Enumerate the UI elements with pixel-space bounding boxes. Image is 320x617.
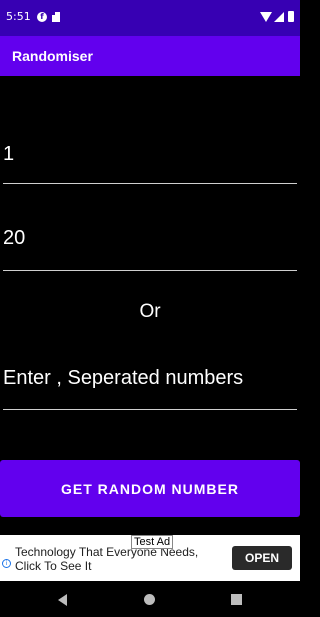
f-badge-icon: f [37, 12, 47, 22]
signal-icon [274, 12, 284, 22]
max-number-value: 20 [3, 227, 26, 249]
numbers-list-placeholder: Enter , Seperated numbers [3, 367, 244, 389]
max-number-input[interactable]: 20 [3, 227, 297, 271]
ad-info-icon[interactable]: i [2, 559, 11, 568]
app-title: Randomiser [12, 48, 93, 64]
or-label: Or [139, 301, 161, 322]
app-bar: Randomiser [0, 36, 300, 76]
recents-icon[interactable] [231, 594, 242, 605]
back-icon[interactable] [58, 594, 67, 606]
ad-badge: Test Ad [131, 535, 174, 549]
min-number-value: 1 [3, 143, 15, 165]
ad-open-button[interactable]: OPEN [232, 546, 292, 570]
sd-card-icon [52, 12, 60, 22]
min-number-input[interactable]: 1 [3, 143, 297, 184]
get-random-number-button[interactable]: GET RANDOM NUMBER [0, 460, 300, 517]
battery-icon [288, 11, 294, 22]
ad-text[interactable]: Technology That Everyone Needs, Click To… [15, 545, 225, 573]
status-time: 5:51 [6, 10, 31, 23]
wifi-icon [260, 12, 272, 22]
home-icon[interactable] [144, 594, 155, 605]
numbers-list-input[interactable]: Enter , Seperated numbers [3, 367, 297, 410]
